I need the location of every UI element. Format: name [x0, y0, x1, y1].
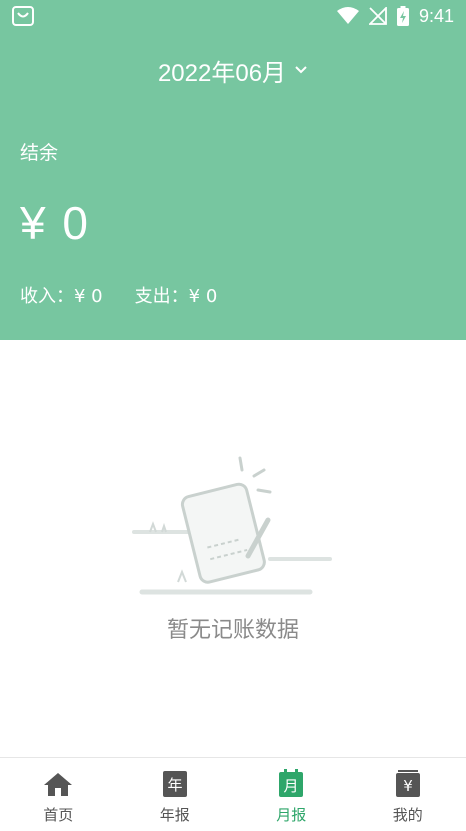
- bottom-tabbar: 首页 年 年报 月 月报 ¥ 我的: [0, 757, 466, 831]
- calendar-year-icon: 年: [159, 768, 191, 800]
- wallet-icon: ¥: [392, 768, 424, 800]
- empty-message: 暂无记账数据: [166, 618, 299, 643]
- chevron-down-icon: [295, 66, 307, 74]
- battery-charging-icon: [396, 6, 409, 26]
- tab-month-report[interactable]: 月 月报: [233, 758, 350, 831]
- tab-home-label: 首页: [43, 806, 74, 824]
- expense-text: 支出：¥ 0: [134, 286, 218, 307]
- empty-notebook-illustration: [132, 456, 332, 595]
- tab-year-report[interactable]: 年 年报: [117, 758, 234, 831]
- tab-mine[interactable]: ¥ 我的: [350, 758, 466, 831]
- balance-value: ¥ 0: [20, 197, 90, 249]
- tab-year-label: 年报: [159, 806, 190, 824]
- svg-text:月: 月: [284, 777, 299, 795]
- status-bar: 9:41: [0, 0, 466, 34]
- income-expense-summary: 收入：¥ 0 支出：¥ 0: [20, 282, 217, 308]
- wifi-icon: [336, 7, 359, 24]
- calendar-month-icon: 月: [275, 768, 307, 800]
- month-selector[interactable]: 2022年06月: [0, 52, 466, 88]
- no-signal-icon: [368, 7, 387, 25]
- tab-month-label: 月报: [276, 806, 307, 824]
- tab-mine-label: 我的: [392, 806, 423, 824]
- status-icons: 9:41: [336, 5, 454, 27]
- income-text: 收入：¥ 0: [20, 286, 103, 307]
- tab-home[interactable]: 首页: [0, 758, 117, 831]
- empty-state: 暂无记账数据: [0, 440, 466, 660]
- balance-label: 结余: [20, 142, 59, 164]
- shopping-bag-icon: [12, 6, 34, 26]
- status-time: 9:41: [418, 5, 454, 26]
- home-icon: [42, 768, 74, 800]
- month-label: 2022年06月: [157, 59, 287, 87]
- svg-text:年: 年: [167, 776, 182, 794]
- svg-text:¥: ¥: [403, 777, 413, 795]
- summary-header: 9:41 2022年06月 结余 ¥ 0 收入：¥ 0 支出：¥ 0: [0, 0, 466, 340]
